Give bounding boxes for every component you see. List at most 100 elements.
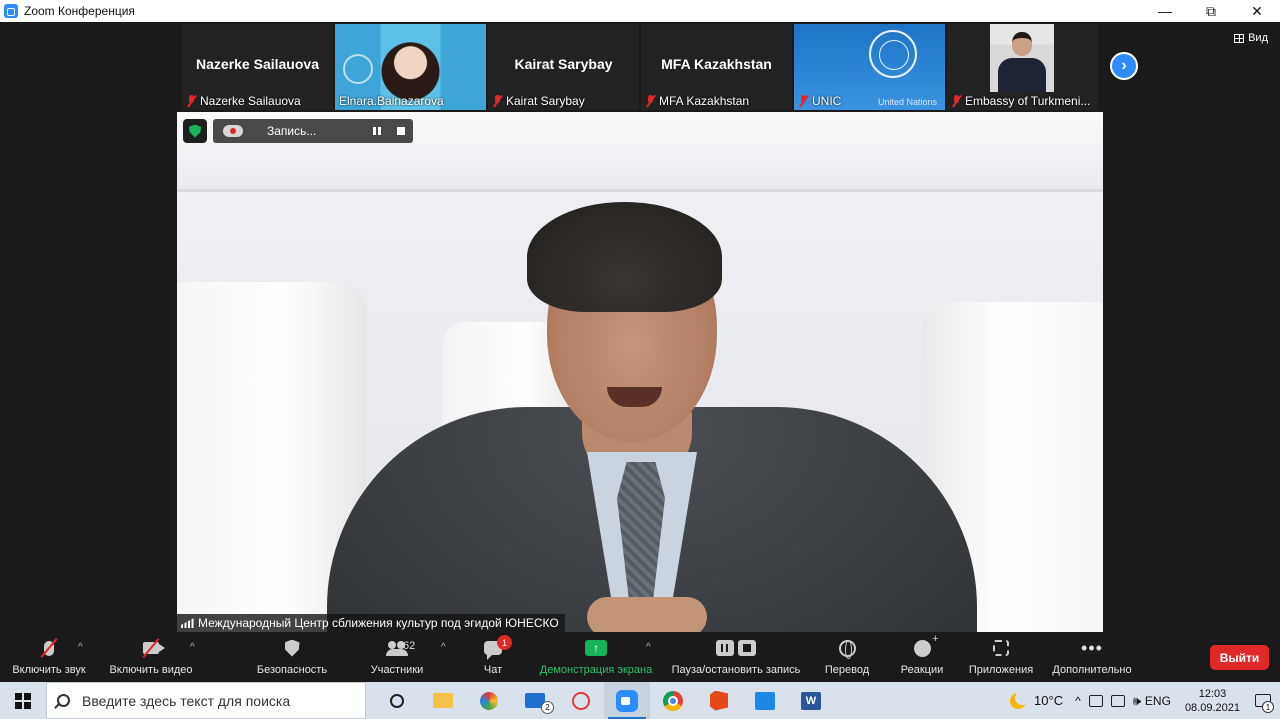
- more-button[interactable]: ••• Дополнительно: [1049, 632, 1135, 682]
- mic-muted-icon: [798, 95, 809, 107]
- participant-tile[interactable]: Nazerke Sailauova Nazerke Sailauova: [182, 24, 333, 110]
- network-icon[interactable]: [1088, 694, 1103, 707]
- task-view-button[interactable]: [374, 682, 420, 719]
- close-button[interactable]: ✕: [1234, 0, 1280, 22]
- start-video-button[interactable]: Включить видео: [106, 632, 196, 682]
- participant-display-name: Nazerke Sailauova: [196, 56, 319, 72]
- participant-name: Kairat Sarybay: [506, 94, 585, 108]
- participant-display-name: MFA Kazakhstan: [661, 56, 772, 72]
- unmute-label: Включить звук: [12, 664, 86, 676]
- paint-button[interactable]: [466, 682, 512, 719]
- view-button[interactable]: Вид: [1234, 32, 1268, 44]
- start-video-label: Включить видео: [109, 664, 193, 676]
- chat-label: Чат: [483, 664, 503, 676]
- cloud-recording-icon: [223, 125, 243, 137]
- audio-options-caret[interactable]: ^: [78, 642, 83, 653]
- un-emblem-icon: [869, 30, 917, 78]
- pause-icon: [373, 127, 381, 135]
- participant-label: Nazerke Sailauova: [186, 94, 329, 108]
- view-label: Вид: [1248, 32, 1268, 44]
- participant-name: UNIC: [812, 94, 842, 108]
- chat-button[interactable]: 1 Чат: [478, 632, 512, 682]
- participant-tile[interactable]: Elnara.Bainazarova: [335, 24, 486, 110]
- video-player-button[interactable]: [742, 682, 788, 719]
- system-tray: 10°C ^ 🕪 ENG 12:03 08.09.2021 1: [1010, 682, 1280, 719]
- security-button[interactable]: Безопасность: [254, 632, 330, 682]
- pause-stop-icon: [716, 640, 756, 656]
- participant-name: MFA Kazakhstan: [659, 94, 750, 108]
- active-speaker-video: Запись... Международный Центр сближения …: [177, 112, 1103, 632]
- file-explorer-button[interactable]: [420, 682, 466, 719]
- mail-count-badge: 2: [541, 701, 554, 714]
- pause-recording-button[interactable]: [365, 119, 389, 143]
- speaker-name-caption: Международный Центр сближения культур по…: [177, 614, 565, 632]
- participant-tile[interactable]: Embassy of Turkmeni...: [947, 24, 1098, 110]
- participants-options-caret[interactable]: ^: [441, 642, 446, 653]
- more-label: Дополнительно: [1052, 664, 1132, 676]
- share-screen-button[interactable]: ↑ Демонстрация экрана: [536, 632, 656, 682]
- chevron-right-icon: ›: [1121, 57, 1127, 74]
- participant-tile[interactable]: MFA Kazakhstan MFA Kazakhstan: [641, 24, 792, 110]
- participant-tile[interactable]: United Nations UNIC: [794, 24, 945, 110]
- share-options-caret[interactable]: ^: [646, 642, 651, 653]
- participant-tile[interactable]: Kairat Sarybay Kairat Sarybay: [488, 24, 639, 110]
- word-button[interactable]: W: [788, 682, 834, 719]
- apps-icon: [993, 640, 1009, 656]
- connection-signal-icon: [181, 618, 194, 628]
- participants-button[interactable]: 62 Участники: [366, 632, 428, 682]
- taskbar-clock[interactable]: 12:03 08.09.2021: [1185, 687, 1240, 715]
- taskbar-apps: 2 W: [374, 682, 834, 719]
- word-icon: W: [801, 691, 821, 710]
- folder-icon: [433, 693, 453, 708]
- mail-button[interactable]: 2: [512, 682, 558, 719]
- chrome-button[interactable]: [650, 682, 696, 719]
- interpretation-button[interactable]: Перевод: [822, 632, 872, 682]
- zoom-taskbar-button[interactable]: [604, 682, 650, 719]
- video-player-icon: [755, 691, 775, 710]
- encryption-badge[interactable]: [183, 119, 207, 143]
- mic-muted-icon: [645, 95, 656, 107]
- mic-muted-icon: [492, 95, 503, 107]
- snipping-icon: [572, 691, 590, 710]
- minimize-button[interactable]: —: [1142, 0, 1188, 22]
- pause-stop-recording-button[interactable]: Пауза/остановить запись: [668, 632, 804, 682]
- taskbar-search[interactable]: Введите здесь текст для поиска: [46, 682, 366, 719]
- pause-stop-label: Пауза/остановить запись: [671, 664, 801, 676]
- stop-recording-button[interactable]: [389, 119, 413, 143]
- weather-temperature[interactable]: 10°C: [1034, 693, 1063, 708]
- leave-meeting-button[interactable]: Выйти: [1210, 645, 1269, 670]
- volume-icon[interactable]: 🕪: [1133, 693, 1141, 709]
- display-icon[interactable]: [1110, 694, 1125, 707]
- office-icon: [710, 690, 728, 711]
- maximize-button[interactable]: ⧉: [1188, 0, 1234, 22]
- chrome-icon: [663, 690, 683, 711]
- input-language[interactable]: ENG: [1145, 694, 1171, 708]
- reactions-button[interactable]: Реакции: [898, 632, 946, 682]
- meeting-toolbar: Включить звук ^ Включить видео ^ Безопас…: [0, 632, 1280, 682]
- weather-moon-icon[interactable]: [1010, 690, 1030, 709]
- globe-icon: [838, 639, 856, 659]
- next-page-button[interactable]: ›: [1110, 52, 1138, 80]
- action-center-button[interactable]: 1: [1252, 682, 1274, 719]
- un-emblem-icon: [343, 54, 373, 84]
- video-options-caret[interactable]: ^: [190, 642, 195, 653]
- paint-icon: [480, 691, 498, 710]
- start-button[interactable]: [0, 682, 46, 719]
- participant-name: Embassy of Turkmeni...: [965, 94, 1091, 108]
- show-hidden-icons-button[interactable]: ^: [1075, 694, 1081, 708]
- shield-icon: [284, 639, 300, 657]
- snipping-tool-button[interactable]: [558, 682, 604, 719]
- office-button[interactable]: [696, 682, 742, 719]
- stop-icon: [397, 127, 405, 135]
- participant-label: UNIC: [798, 94, 941, 108]
- unmute-button[interactable]: Включить звук: [8, 632, 90, 682]
- apps-label: Приложения: [968, 664, 1034, 676]
- participants-count: 62: [403, 640, 416, 652]
- search-icon: [57, 694, 70, 707]
- participants-label: Участники: [370, 664, 424, 676]
- participant-label: Elnara.Bainazarova: [339, 94, 482, 108]
- zoom-app-icon: [4, 4, 18, 18]
- window-controls: — ⧉ ✕: [1142, 0, 1280, 22]
- security-label: Безопасность: [256, 664, 328, 676]
- apps-button[interactable]: Приложения: [966, 632, 1036, 682]
